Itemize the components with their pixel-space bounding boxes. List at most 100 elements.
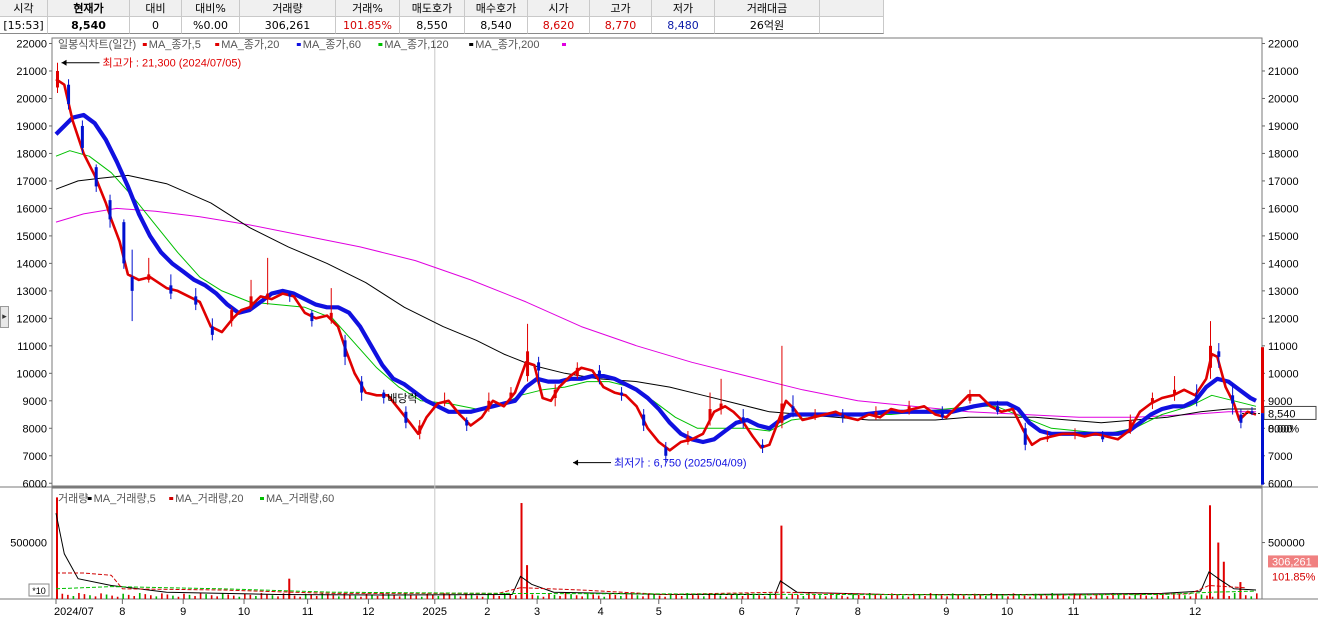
candle-body (741, 417, 745, 423)
volume-bar (857, 594, 860, 599)
volume-bar (1228, 595, 1230, 599)
volume-bar (161, 593, 163, 599)
volume-bar (1067, 596, 1070, 599)
volume-bar (481, 596, 484, 599)
candle-body (94, 167, 98, 187)
volume-bar (962, 595, 965, 599)
x-tick-label: 4 (598, 606, 604, 618)
candle-body (288, 293, 292, 297)
header-label-0: 시각 (0, 0, 48, 17)
price-tick-label-right: 12000 (1268, 313, 1299, 325)
candle-body (404, 411, 408, 423)
volume-legend-item: MA_거래량,5 (94, 492, 156, 505)
header-value-5: 101.85% (336, 17, 400, 34)
candle-body (56, 70, 59, 88)
x-tick-label: 5 (656, 606, 662, 618)
x-tick-label: 8 (855, 606, 861, 618)
volume-bar (321, 592, 324, 599)
x-tick-label: 6 (739, 606, 745, 618)
volume-bar (72, 595, 75, 599)
volume-bar (1200, 594, 1203, 599)
volume-bar (725, 596, 727, 599)
volume-bar (310, 594, 312, 599)
volume-bar (824, 596, 827, 599)
price-legend-item: MA_종가,60 (303, 38, 361, 51)
header-label-2: 대비 (130, 0, 182, 17)
volume-bar (929, 592, 932, 599)
price-tick-label-right: 19000 (1268, 121, 1299, 133)
volume-legend-marker (260, 497, 264, 500)
volume-spike (1239, 582, 1242, 599)
header-value-2: 0 (130, 17, 182, 34)
volume-bar (719, 595, 722, 599)
price-tick-label-right: 16000 (1268, 203, 1299, 215)
volume-bar (763, 596, 766, 599)
candle-body (1231, 395, 1235, 404)
volume-bar (277, 596, 279, 599)
volume-bar (863, 595, 865, 599)
price-tick-label-right: 10000 (1268, 368, 1299, 380)
volume-bar (459, 596, 462, 599)
volume-bar (271, 595, 274, 599)
quote-header: 시각 [15:53] 현재가 8,540 대비 0 대비% %0.00 거래량 306,261 거래… (0, 0, 1318, 36)
volume-bar (1250, 596, 1253, 599)
header-label-9: 고가 (590, 0, 652, 17)
price-tick-label-right: 11000 (1268, 341, 1298, 353)
x-tick-label: 7 (794, 606, 800, 618)
current-volume-pct: 101.85% (1272, 571, 1316, 583)
volume-bar (199, 592, 202, 599)
volume-spike (1222, 561, 1225, 599)
candle-body (526, 351, 530, 377)
volume-bar (697, 595, 700, 599)
header-label-4: 거래량 (240, 0, 336, 17)
volume-bar (127, 594, 130, 599)
candle-body (169, 285, 173, 294)
volume-bar (116, 596, 119, 599)
volume-bar (675, 594, 677, 599)
volume-bar (1189, 596, 1192, 599)
volume-bar (979, 594, 982, 599)
volume-bar (299, 596, 301, 599)
volume-bar (338, 596, 340, 599)
candle-body (67, 84, 71, 104)
volume-bar (1123, 595, 1125, 599)
volume-bar (420, 596, 423, 599)
volume-bar (537, 595, 539, 599)
candle-body (1150, 398, 1154, 404)
volume-bar (492, 594, 495, 599)
volume-bar (144, 594, 147, 599)
volume-bar (94, 596, 97, 599)
volume-bar (360, 596, 362, 599)
candle-body (575, 367, 579, 377)
volume-bar (216, 596, 218, 599)
volume-bar (985, 595, 987, 599)
candle-body (230, 310, 234, 322)
candle-body (487, 400, 491, 410)
header-label-10: 저가 (652, 0, 715, 17)
candle-body (1023, 428, 1027, 445)
volume-bar (210, 595, 213, 599)
candle-body (686, 436, 690, 443)
stock-chart[interactable]: 22000 22000 21000 21000 20000 20000 19000 19000… (0, 36, 1318, 620)
volume-bar (736, 594, 738, 599)
price-tick-label-left: 7000 (23, 451, 47, 463)
x-tick-label: 2024/07 (54, 606, 94, 618)
header-value-11: 26억원 (715, 17, 820, 34)
volume-bar (332, 595, 335, 599)
volume-bar (1045, 595, 1048, 599)
volume-bar (1145, 595, 1148, 599)
volume-bar (1023, 595, 1026, 599)
volume-bar (680, 595, 683, 599)
volume-bar (879, 595, 882, 599)
volume-bar (1029, 596, 1031, 599)
volume-bar (398, 596, 401, 599)
price-tick-label-left: 13000 (16, 286, 47, 298)
candle-body (664, 447, 668, 456)
candle-body (194, 296, 198, 305)
candle-body (841, 414, 845, 418)
volume-bar (454, 595, 456, 599)
x-tick-label: 11 (1068, 606, 1079, 618)
candle-body (465, 420, 469, 426)
candle-body (310, 312, 314, 322)
price-legend-item: MA_종가,120 (384, 38, 448, 51)
